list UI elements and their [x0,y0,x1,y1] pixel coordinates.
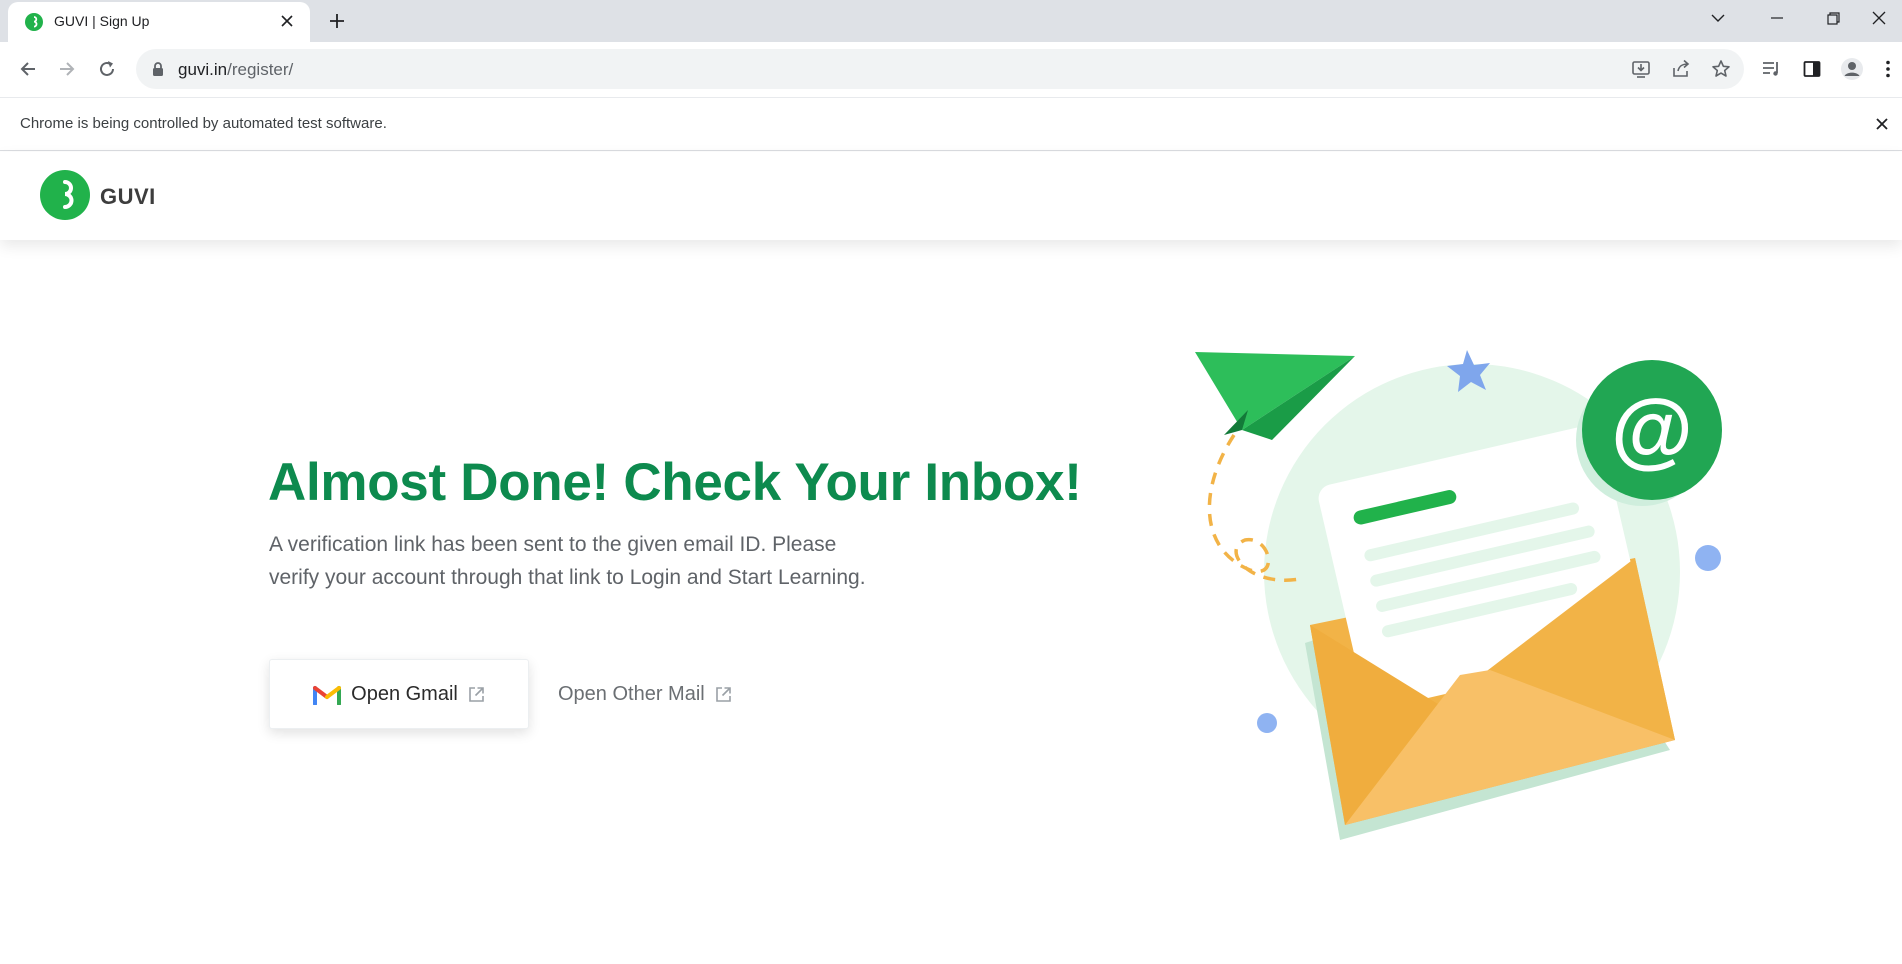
open-other-mail-button[interactable]: Open Other Mail [558,659,732,729]
bookmark-star-icon[interactable] [1709,57,1733,81]
install-app-icon[interactable] [1629,57,1653,81]
page-headline: Almost Done! Check Your Inbox! [268,453,1082,512]
guvi-logo-text[interactable]: GUVI [100,184,156,210]
email-envelope-illustration: @ [1195,350,1722,840]
open-other-mail-label: Open Other Mail [558,682,705,705]
url-text[interactable]: guvi.in/register/ [178,60,293,80]
open-gmail-label: Open Gmail [351,682,458,705]
infobar-message: Chrome is being controlled by automated … [20,115,387,132]
guvi-logo-icon[interactable] [40,170,90,220]
at-sign-icon: @ [1611,382,1693,476]
minimize-window-icon[interactable] [1754,0,1800,36]
lock-icon[interactable] [150,61,166,77]
decor-dot [1257,713,1277,733]
verification-message-line-2: verify your account through that link to… [269,566,866,589]
share-icon[interactable] [1669,57,1693,81]
tab-search-chevron-icon[interactable] [1695,0,1741,36]
infobar-close-icon[interactable] [1870,112,1894,136]
verification-message-line-1: A verification link has been sent to the… [269,533,837,556]
decor-dot [1695,545,1721,571]
side-panel-icon[interactable] [1798,55,1826,83]
profile-avatar-icon[interactable] [1838,55,1866,83]
browser-tab-strip: GUVI | Sign Up [0,0,1902,42]
external-link-icon [715,686,731,702]
guvi-favicon-icon [25,13,43,31]
forward-arrow-icon[interactable] [53,55,81,83]
tab-title: GUVI | Sign Up [54,13,150,29]
external-link-icon [469,686,484,702]
back-arrow-icon[interactable] [14,55,42,83]
browser-tab-active[interactable]: GUVI | Sign Up [8,2,310,42]
url-path: /register/ [227,60,294,79]
browser-toolbar: guvi.in/register/ [0,42,1902,98]
url-host: guvi.in [178,60,228,79]
verification-message: A verification link has been sent to the… [269,528,949,594]
address-bar[interactable]: guvi.in/register/ [136,49,1744,89]
gmail-icon [313,686,342,705]
close-window-icon[interactable] [1856,0,1902,36]
site-header: GUVI [0,152,1902,240]
more-menu-icon[interactable] [1878,55,1898,83]
media-playlist-icon[interactable] [1758,55,1786,83]
reload-icon[interactable] [93,55,121,83]
new-tab-plus-icon[interactable] [324,8,350,34]
tab-close-icon[interactable] [276,10,298,32]
automation-infobar: Chrome is being controlled by automated … [0,98,1902,151]
open-gmail-button[interactable]: Open Gmail [269,659,529,729]
restore-window-icon[interactable] [1810,0,1856,36]
